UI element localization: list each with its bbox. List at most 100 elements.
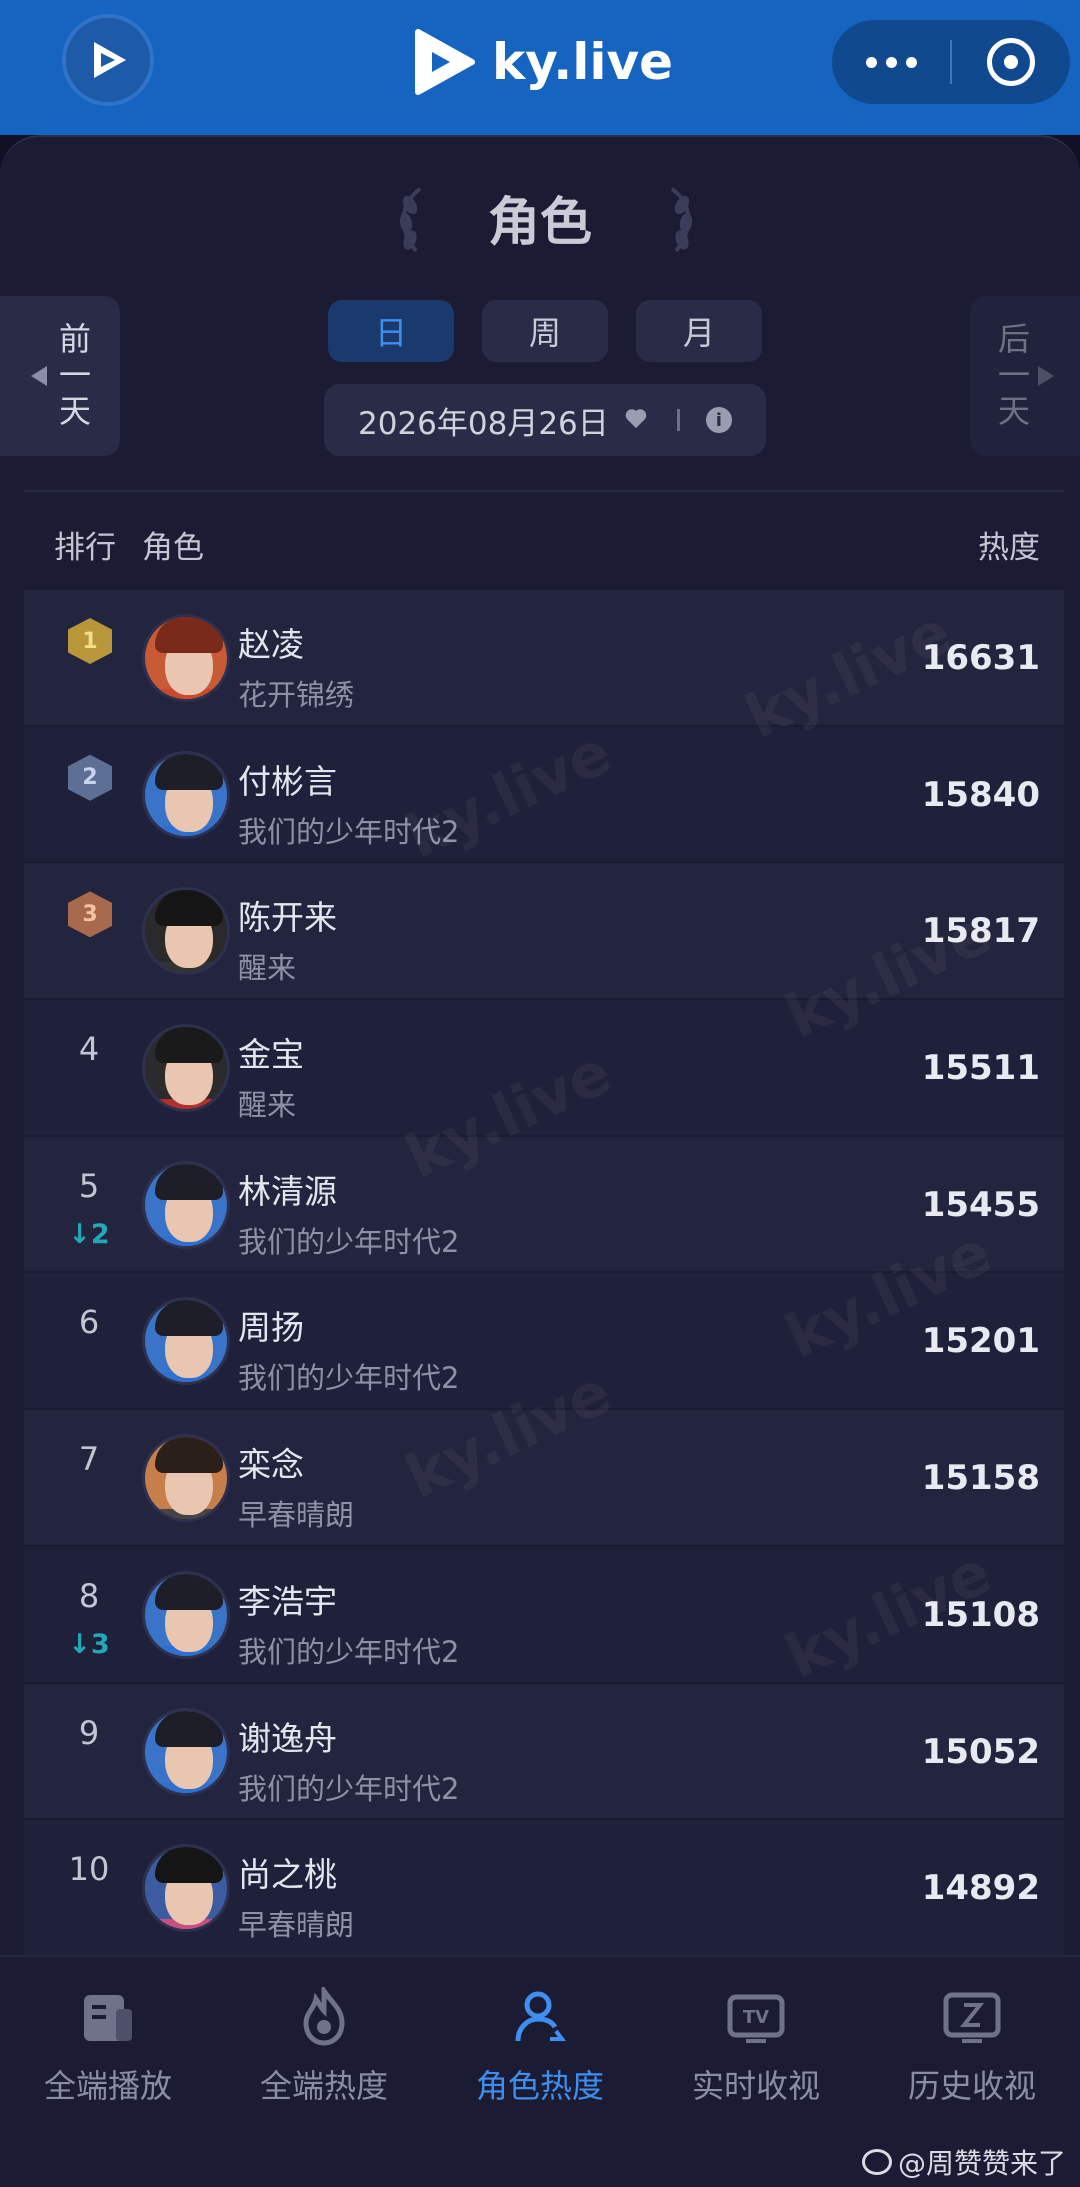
avatar [142, 1160, 230, 1249]
avatar [142, 614, 230, 702]
rank-number: 1 [68, 618, 112, 664]
role-name: 陈开来 [238, 898, 337, 938]
weibo-icon [861, 2149, 892, 2175]
tab-week[interactable]: 周 [482, 300, 608, 362]
rank-medal-icon: 1 [68, 618, 112, 664]
prev-day-button[interactable]: 前一天 [0, 296, 120, 456]
arrow-down-icon: ↓ [68, 1218, 91, 1250]
top-bar: ky.live [0, 0, 1080, 135]
app-logo-button[interactable] [62, 14, 154, 106]
heat-score: 15201 [921, 1321, 1040, 1362]
drama-title: 花开锦绣 [238, 678, 355, 712]
drama-title: 早春晴朗 [238, 1498, 355, 1533]
rank-change-value: 3 [90, 1628, 110, 1660]
table-row[interactable]: 9 谢逸舟 我们的少年时代2 15052 [24, 1683, 1064, 1821]
table-row[interactable]: 1 赵凌 花开锦绣 16631 [24, 590, 1064, 727]
tab-history-ratings[interactable]: 历史收视 [864, 1987, 1080, 2107]
drama-title: 我们的少年时代2 [238, 1224, 460, 1259]
tab-all-play[interactable]: 全端播放 [0, 1987, 216, 2107]
heat-score: 15455 [921, 1184, 1040, 1225]
arrow-down-icon: ↓ [68, 1628, 91, 1660]
tab-realtime-ratings[interactable]: TV 实时收视 [648, 1987, 864, 2107]
heat-score: 14892 [921, 1868, 1040, 1909]
tab-role-heat[interactable]: 角色热度 [432, 1987, 648, 2107]
avatar [142, 1707, 230, 1796]
header-rank: 排行 [54, 530, 116, 566]
ranking-list: 1 赵凌 花开锦绣 16631 2 付彬言 我们的少年时代2 15840 3 陈开来 醒来 15817… [24, 590, 1064, 1957]
brand: ky.live [414, 26, 673, 98]
heat-score: 15108 [921, 1594, 1040, 1635]
drama-title: 我们的少年时代2 [238, 1634, 460, 1669]
avatar-hair [155, 753, 223, 790]
rank-number: 8 [78, 1576, 100, 1615]
rank-number: 6 [78, 1303, 100, 1342]
rank-number: 10 [68, 1850, 110, 1889]
rank-change: ↓2 [64, 1219, 114, 1250]
tv-icon: TV [727, 1994, 785, 2043]
drama-title: 我们的少年时代2 [238, 1771, 460, 1806]
weibo-watermark: @周赞赞来了 [861, 2142, 1066, 2182]
avatar [142, 887, 230, 976]
mini-program-capsule [832, 20, 1070, 104]
rank-medal-icon: 3 [68, 891, 112, 938]
tab-history-ratings-label: 历史收视 [907, 2067, 1036, 2105]
close-button[interactable] [952, 20, 1070, 104]
rank-number: 7 [78, 1440, 100, 1479]
table-row[interactable]: 6 周扬我们的少年时代2 15201 [24, 1273, 1064, 1411]
tab-all-heat[interactable]: 全端热度 [216, 1982, 432, 2107]
brand-name: ky.live [492, 33, 674, 91]
drama-title: 我们的少年时代2 [238, 1361, 460, 1396]
heat-score: 15817 [921, 911, 1040, 952]
history-icon [943, 1992, 1001, 2043]
table-row[interactable]: 4 金宝 醒来 15511 [24, 1000, 1064, 1137]
heart-dropdown-icon [625, 410, 647, 430]
table-row[interactable]: 3 陈开来醒来 15817 [24, 863, 1064, 1001]
table-row[interactable]: 2 付彬言 我们的少年时代2 15840 [24, 726, 1064, 864]
table-header: 排行 角色 热度 [24, 490, 1064, 590]
target-close-icon [987, 38, 1035, 86]
rank-number: 4 [78, 1030, 100, 1069]
flame-icon [303, 1982, 345, 2046]
drama-title: 我们的少年时代2 [238, 814, 460, 849]
laurel-right-icon [670, 187, 693, 253]
role-name: 林清源 [238, 1171, 337, 1211]
role-name: 赵凌 [238, 625, 304, 664]
avatar-hair [155, 1710, 223, 1747]
tab-month[interactable]: 月 [636, 300, 762, 362]
prev-day-label: 前一天 [54, 322, 92, 430]
role-name: 尚之桃 [238, 1855, 337, 1895]
brand-logo-icon [415, 29, 475, 95]
info-icon[interactable]: i [705, 407, 732, 433]
role-name: 付彬言 [238, 761, 337, 801]
drama-title: 早春晴朗 [238, 1908, 355, 1943]
heat-score: 15158 [921, 1458, 1040, 1499]
weibo-handle: @周赞赞来了 [897, 2147, 1066, 2180]
date-picker[interactable]: 2026年08月26日 i [324, 384, 766, 456]
date-divider [676, 409, 680, 431]
person-icon [515, 1991, 566, 2042]
avatar [142, 1570, 230, 1659]
more-button[interactable] [832, 20, 950, 104]
table-row[interactable]: 7 栾念 早春晴朗 15158 [24, 1410, 1064, 1547]
heat-score: 15052 [921, 1731, 1040, 1772]
role-name: 周扬 [238, 1308, 304, 1348]
avatar-hair [155, 1163, 223, 1200]
table-row[interactable]: 10 尚之桃早春晴朗 14892 [24, 1820, 1064, 1957]
more-dot [905, 56, 917, 68]
rank-medal-icon: 2 [68, 754, 112, 801]
avatar [142, 1844, 230, 1933]
avatar [142, 1434, 230, 1523]
rank-number: 9 [78, 1713, 100, 1752]
tab-day[interactable]: 日 [328, 300, 454, 362]
drama-title: 醒来 [238, 951, 297, 986]
avatar [142, 1297, 230, 1386]
next-day-button[interactable]: 后一天 [970, 296, 1080, 456]
table-row[interactable]: 8 ↓3 李浩宇 我们的少年时代2 15108 [24, 1546, 1064, 1684]
avatar [142, 1024, 230, 1113]
table-row[interactable]: 5 ↓2 林清源 我们的少年时代2 15455 [24, 1136, 1064, 1274]
rank-change-value: 2 [90, 1218, 110, 1250]
play-logo-icon [94, 42, 126, 78]
avatar-hair [155, 1300, 223, 1337]
more-dot [885, 56, 897, 68]
drama-title: 醒来 [238, 1088, 297, 1123]
